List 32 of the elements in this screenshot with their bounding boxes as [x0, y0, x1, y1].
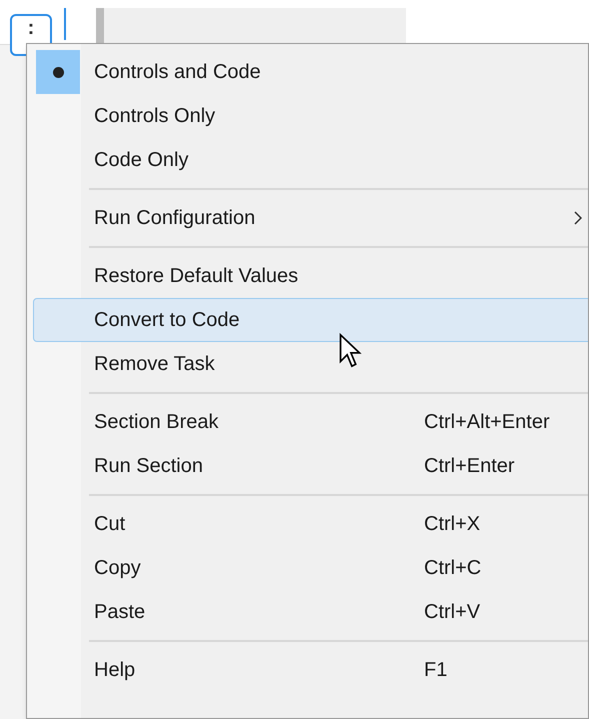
menu-item-label: Paste	[94, 600, 146, 625]
menu-item[interactable]: Paste Ctrl+V	[33, 590, 588, 634]
shortcut-text: Ctrl+V	[424, 600, 480, 625]
menu-item-label: Section Break	[94, 410, 219, 435]
shortcut-text: Ctrl+C	[424, 556, 482, 581]
menu-item-label: Run Configuration	[94, 206, 256, 231]
menu-item-label: Cut	[94, 512, 126, 537]
menu-item[interactable]: Copy Ctrl+C	[33, 546, 588, 590]
menu-item[interactable]: Code Only	[33, 138, 588, 182]
shortcut-text: Ctrl+Alt+Enter	[424, 410, 550, 435]
shortcut-text: Ctrl+X	[424, 512, 480, 537]
menu-item[interactable]: Controls Only	[33, 94, 588, 138]
menu-item[interactable]: Run Configuration	[33, 196, 588, 240]
menu-item-label: Controls and Code	[94, 60, 261, 85]
menu-item-label: Convert to Code	[94, 308, 240, 333]
menu-item[interactable]: Cut Ctrl+X	[33, 502, 588, 546]
menu-item-label: Help	[94, 658, 136, 683]
menu-item-label: Restore Default Values	[94, 264, 298, 289]
shortcut-text: F1	[424, 658, 448, 683]
menu-item[interactable]: Remove Task	[33, 342, 588, 386]
menu-item[interactable]: Run Section Ctrl+Enter	[33, 444, 588, 488]
menu-item-label: Run Section	[94, 454, 203, 479]
shortcut-text: Ctrl+Enter	[424, 454, 515, 479]
menu-item[interactable]: Help F1	[33, 648, 588, 692]
menu-item[interactable]: Convert to Code	[33, 298, 588, 342]
menu-item-label: Code Only	[94, 148, 188, 173]
mouse-cursor-icon	[338, 333, 362, 369]
menu-item-label: Remove Task	[94, 352, 215, 377]
menu-item[interactable]: Restore Default Values	[33, 254, 588, 298]
menu-item[interactable]: Section Break Ctrl+Alt+Enter	[33, 400, 588, 444]
menu-item-label: Controls Only	[94, 104, 216, 129]
menu-item-label: Copy	[94, 556, 141, 581]
